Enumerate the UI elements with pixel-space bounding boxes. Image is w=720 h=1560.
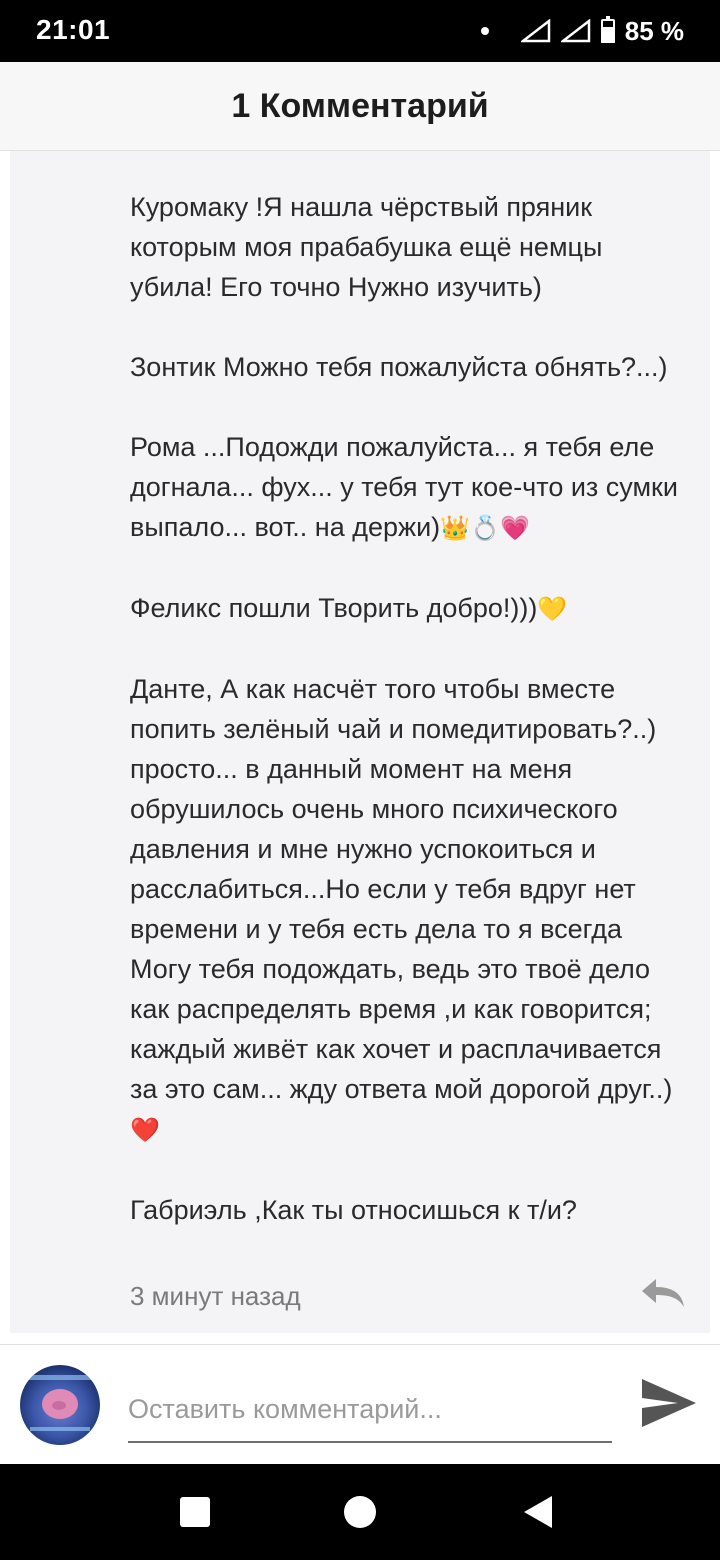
battery-percent: 85 % <box>624 15 684 46</box>
emoji-crown-ring-heart: 👑💍💗 <box>440 514 530 542</box>
comments-list[interactable]: Куромаку !Я нашла чёрствый пряник которы… <box>0 151 720 1343</box>
comment-paragraph: Рома ...Подожди пожалуйста... я тебя еле… <box>130 432 678 542</box>
status-icons: 85 % <box>480 14 684 48</box>
nav-back-icon[interactable] <box>522 1494 554 1530</box>
page-header: 1 Комментарий <box>0 62 720 151</box>
nav-square-icon[interactable] <box>180 1497 210 1527</box>
system-nav-bar <box>0 1464 720 1560</box>
notification-dot-icon <box>480 27 489 35</box>
battery-icon <box>600 16 615 43</box>
comment-timestamp: 3 минут назад <box>130 1281 301 1311</box>
status-time: 21:01 <box>36 14 111 45</box>
signal-icon-2 <box>560 19 590 43</box>
status-bar: 21:01 85 % <box>0 0 720 62</box>
comment-input-bar <box>0 1344 720 1465</box>
comment-input[interactable] <box>128 1377 612 1443</box>
comment-paragraph: Данте, А как насчёт того чтобы вместе по… <box>130 674 673 1144</box>
comment-paragraph: Габриэль ,Как ты относишься к т/и? <box>130 1195 577 1225</box>
comment-body: Куромаку !Я нашла чёрствый пряник которы… <box>130 187 690 1230</box>
user-avatar[interactable] <box>20 1365 100 1445</box>
emoji-yellow-heart: 💛 <box>537 595 568 623</box>
comment-paragraph: Феликс пошли Творить добро!)))💛 <box>130 593 568 623</box>
nav-home-icon[interactable] <box>344 1496 376 1528</box>
send-icon[interactable] <box>640 1375 698 1431</box>
page-title: 1 Комментарий <box>231 86 489 125</box>
comment-paragraph: Зонтик Можно тебя пожалуйста обнять?...) <box>130 352 668 382</box>
signal-icon <box>520 19 550 43</box>
reply-icon[interactable] <box>638 1275 688 1311</box>
comment-card: Куромаку !Я нашла чёрствый пряник которы… <box>10 151 710 1333</box>
emoji-red-heart: ❤️ <box>130 1116 160 1144</box>
comment-paragraph: Куромаку !Я нашла чёрствый пряник которы… <box>130 192 603 302</box>
